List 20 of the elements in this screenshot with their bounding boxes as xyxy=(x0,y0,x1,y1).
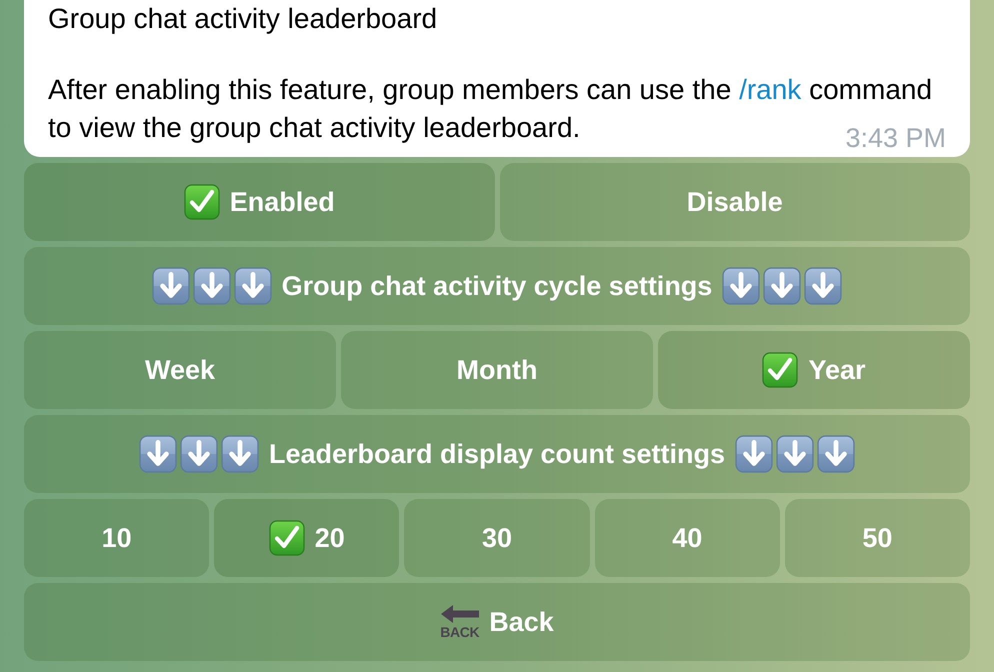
option-button[interactable]: 30 xyxy=(404,499,590,577)
option-button[interactable]: Month xyxy=(341,331,653,409)
option-button[interactable]: Disable xyxy=(500,163,970,241)
option-button[interactable]: 20 xyxy=(214,499,400,577)
option-button[interactable]: Year xyxy=(658,331,970,409)
check-mark-icon xyxy=(184,184,220,220)
check-mark-icon xyxy=(268,520,305,556)
option-button[interactable]: 50 xyxy=(784,499,970,577)
message-title: Group chat activity leaderboard xyxy=(48,2,438,36)
back-button[interactable]: BACK Back xyxy=(24,583,970,661)
command-link[interactable]: /rank xyxy=(739,74,802,105)
check-mark-icon xyxy=(762,352,798,388)
option-button[interactable]: 10 xyxy=(24,499,210,577)
section-header-button[interactable]: Group chat activity cycle settings xyxy=(24,247,970,325)
icon-caption: BACK xyxy=(440,625,480,639)
left-arrow-icon xyxy=(440,605,479,623)
section-header-button[interactable]: Leaderboard display count settings xyxy=(24,415,970,493)
option-button[interactable]: 40 xyxy=(594,499,780,577)
option-button[interactable]: Enabled xyxy=(24,163,494,241)
option-button[interactable]: Week xyxy=(24,331,336,409)
